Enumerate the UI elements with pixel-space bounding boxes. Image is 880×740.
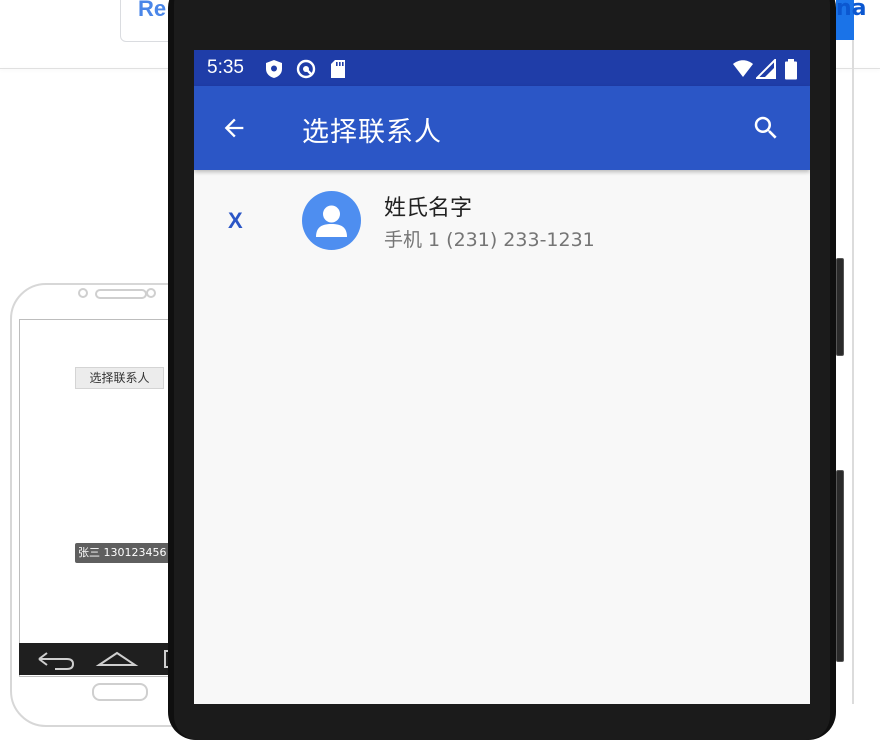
person-icon (316, 205, 347, 237)
wireframe-speaker (95, 289, 147, 299)
contact-name: 姓氏名字 (384, 196, 473, 221)
avatar (302, 191, 361, 250)
arrow-back-icon (224, 118, 244, 138)
power-button (836, 470, 844, 662)
contact-list-item[interactable]: X 姓氏名字 手机 1 (231) 233-1231 (194, 170, 810, 270)
wireframe-home-button (92, 683, 148, 701)
at-sign-icon (296, 59, 316, 79)
status-bar: 5:35 (194, 50, 810, 86)
background-scrollbar (852, 40, 854, 704)
wireframe-title: 选择联系人 (75, 367, 164, 389)
wireframe-sensor (146, 288, 156, 298)
remove-contact-button[interactable]: X (228, 208, 243, 234)
page-title: 选择联系人 (302, 117, 442, 148)
back-button[interactable] (216, 110, 252, 146)
wifi-icon (733, 60, 753, 77)
battery-icon (785, 59, 797, 80)
background-right-button[interactable]: na (836, 0, 867, 40)
sd-card-icon (331, 60, 345, 78)
signal-icon (756, 59, 776, 79)
phone-screen: 5:35 选择联系人 X 姓氏名字 手机 1 (231) 233-1231 (194, 50, 810, 704)
volume-button (836, 258, 844, 356)
app-bar: 选择联系人 (194, 86, 810, 170)
status-time: 5:35 (207, 57, 244, 78)
wireframe-camera (78, 288, 88, 298)
search-button[interactable] (748, 110, 784, 146)
contact-phone: 手机 1 (231) 233-1231 (384, 229, 595, 251)
search-icon (754, 116, 777, 139)
background-right-button-label: na (836, 0, 867, 21)
shield-icon (266, 60, 282, 78)
background-card-label: Re (138, 0, 167, 21)
wireframe-contact-row: 张三 130123456 (75, 543, 173, 563)
